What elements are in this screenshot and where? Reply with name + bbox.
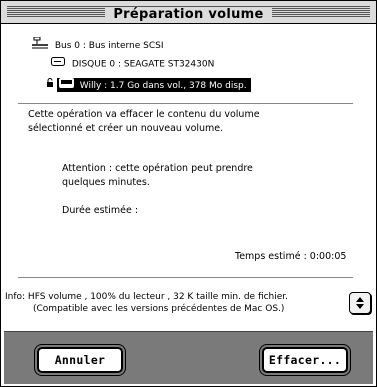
volume-label: Willy : 1.7 Go dans vol., 378 Mo disp. — [79, 81, 247, 91]
hard-disk-icon — [51, 57, 65, 71]
separator-top — [18, 103, 353, 104]
device-row-disk[interactable]: DISQUE 0 : SEAGATE ST32430N — [51, 57, 214, 71]
device-row-bus[interactable]: Bus 0 : Bus interne SCSI — [32, 36, 164, 54]
button-bar: Annuler Effacer... — [4, 331, 373, 384]
info-line-1: Info: HFS volume , 100% du lecteur , 32 … — [5, 292, 289, 302]
message-line-2: sélectionné et créer un nouveau volume. — [28, 123, 224, 134]
dialog-window: Préparation volume Bus 0 : Bus interne S… — [0, 0, 377, 387]
lock-icon — [47, 78, 53, 92]
message-line-1: Cette opération va effacer le contenu du… — [28, 109, 260, 120]
warning-line-1: Attention : cette opération peut prendre — [62, 163, 253, 174]
erase-button[interactable]: Effacer... — [262, 347, 348, 373]
device-list[interactable]: Bus 0 : Bus interne SCSI DISQUE 0 : SEAG… — [18, 33, 350, 96]
scsi-bus-icon — [32, 36, 49, 54]
estimated-duration-label: Durée estimée : — [62, 205, 139, 216]
info-line-2: (Compatible avec les versions précédente… — [33, 304, 285, 314]
window-title: Préparation volume — [105, 7, 272, 22]
warning-line-2: quelques minutes. — [62, 177, 150, 188]
cancel-button[interactable]: Annuler — [37, 347, 123, 373]
volume-selection[interactable]: Willy : 1.7 Go dans vol., 378 Mo disp. — [56, 78, 251, 93]
title-bar[interactable]: Préparation volume — [1, 1, 376, 24]
separator-bottom — [18, 277, 353, 278]
estimated-time: Temps estimé : 0:00:05 — [235, 251, 347, 262]
bus-label: Bus 0 : Bus interne SCSI — [54, 41, 164, 51]
disk-label: DISQUE 0 : SEAGATE ST32430N — [71, 59, 215, 70]
popup-arrows-icon[interactable] — [349, 292, 371, 314]
volume-icon — [58, 78, 74, 93]
device-row-volume[interactable]: Willy : 1.7 Go dans vol., 378 Mo disp. — [47, 78, 347, 92]
